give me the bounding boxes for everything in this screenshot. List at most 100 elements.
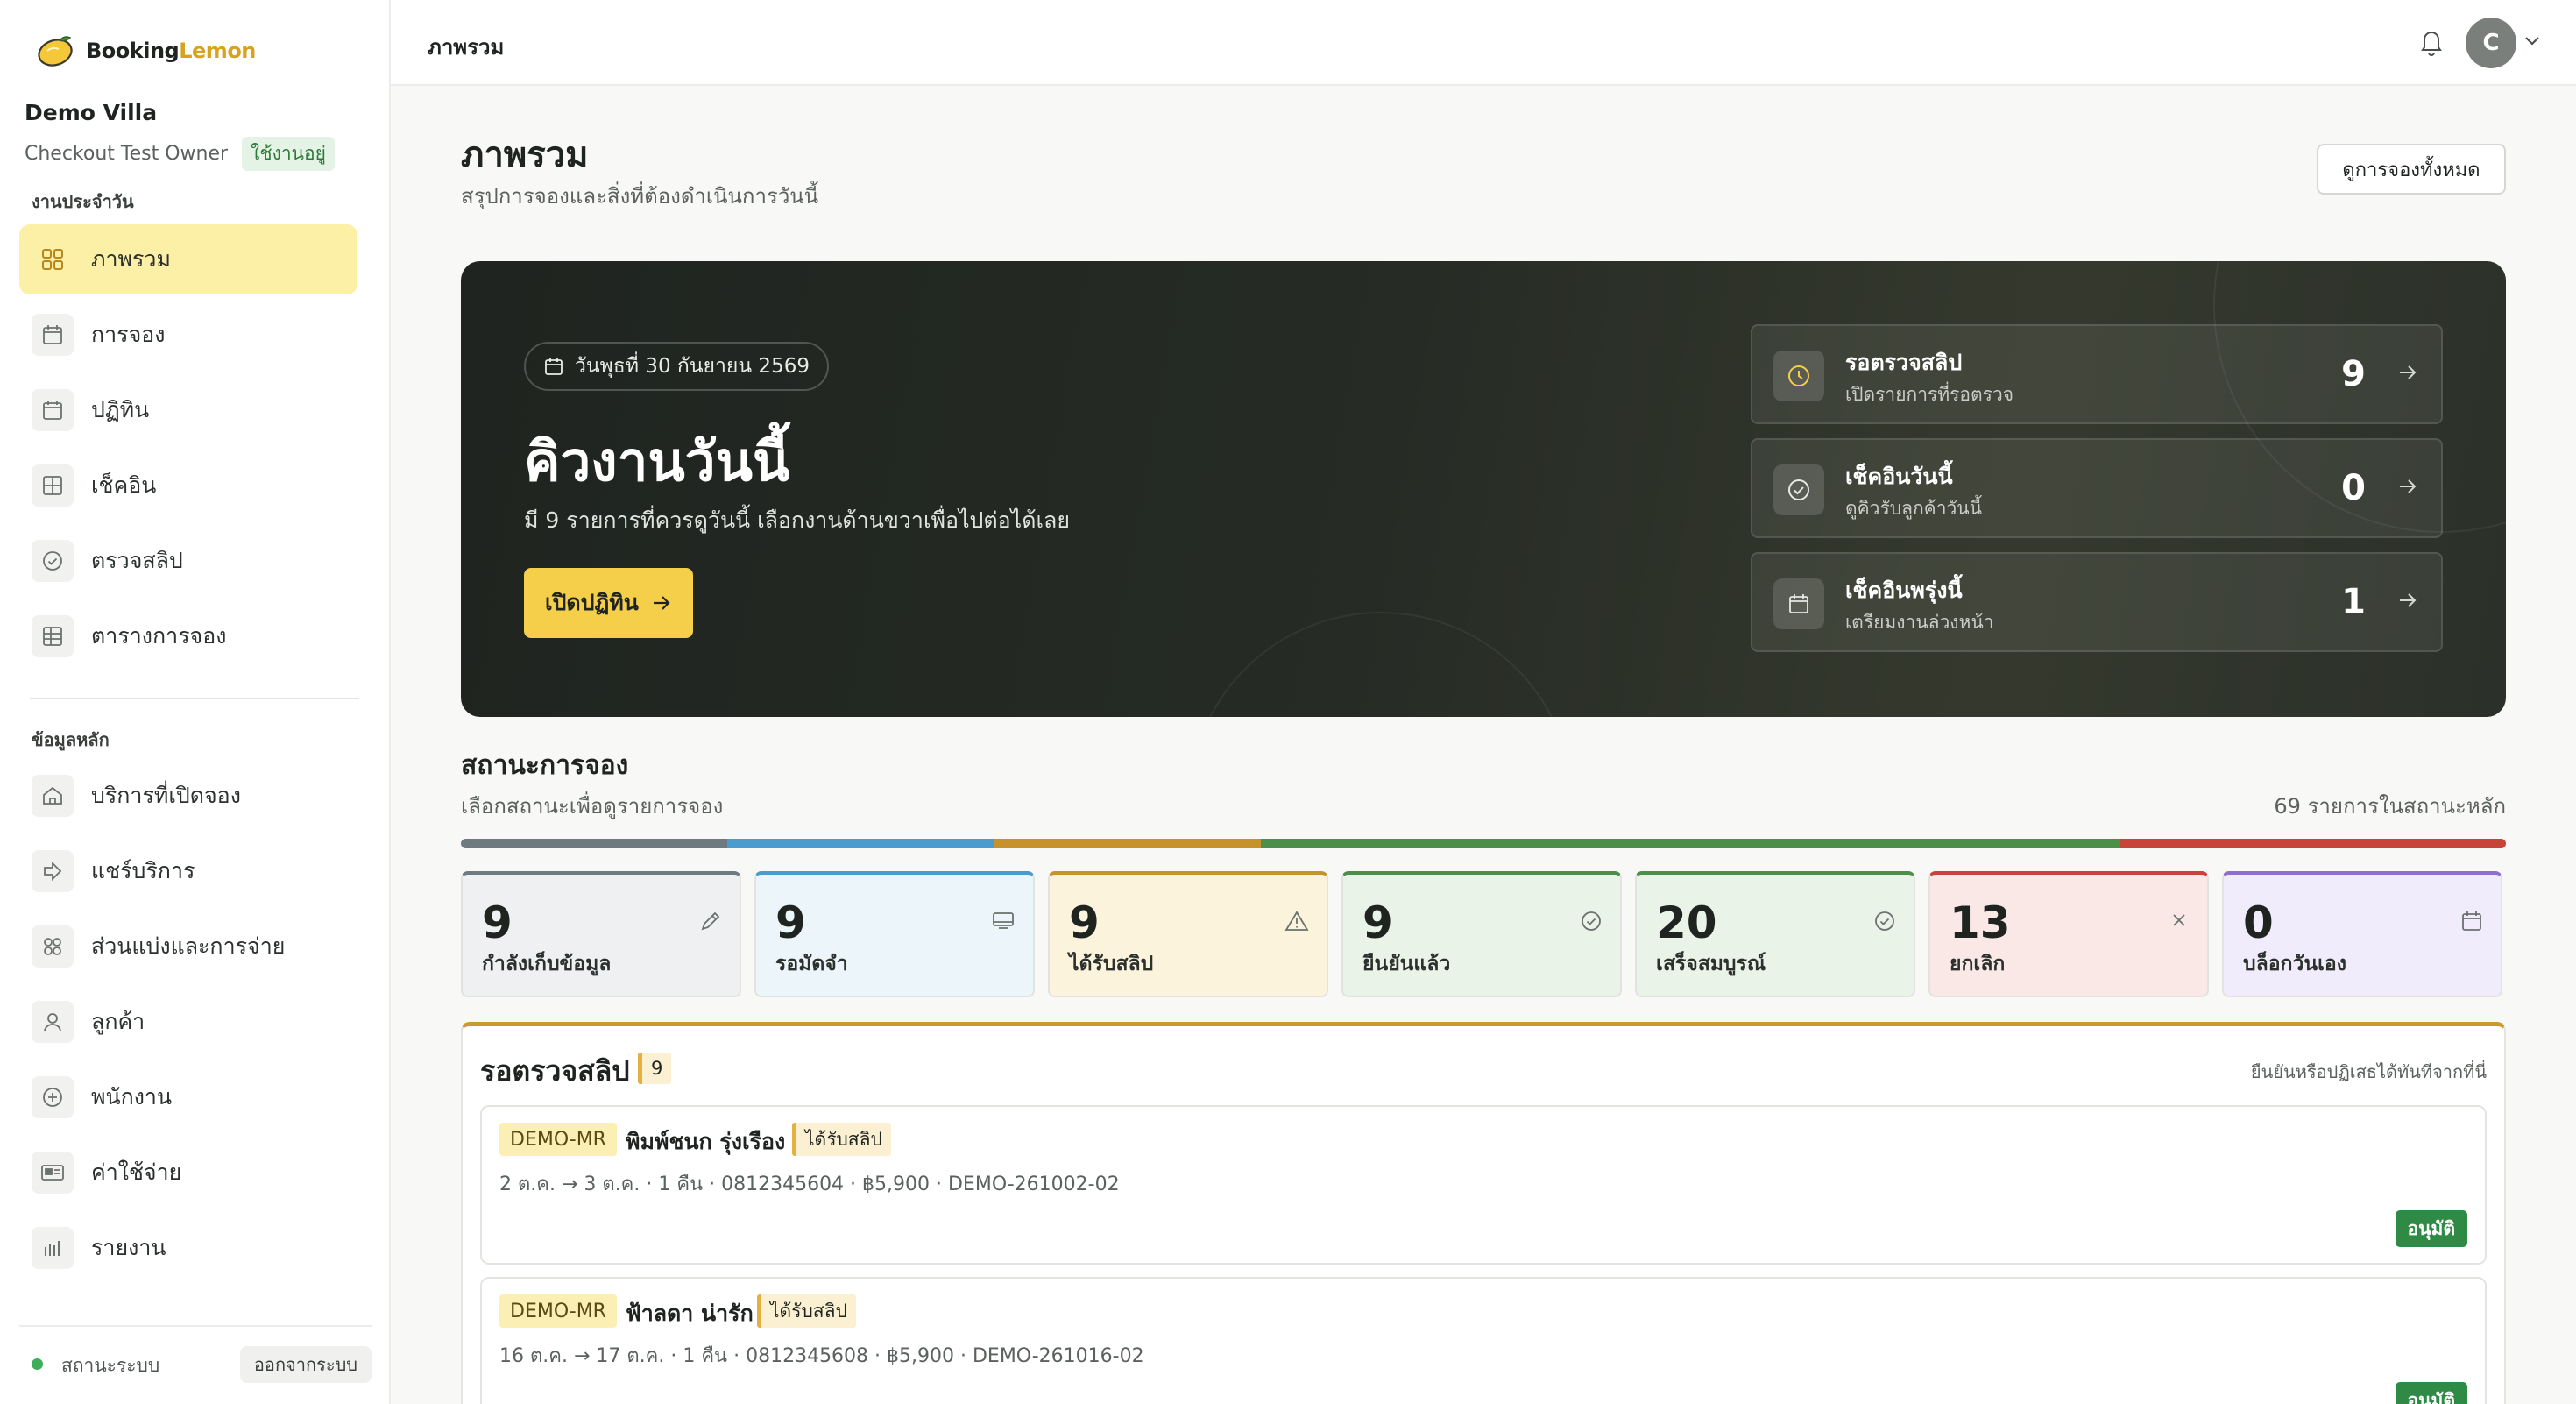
chevron-down-icon[interactable] bbox=[2523, 33, 2541, 50]
approve-button[interactable]: อนุมัติ bbox=[2395, 1210, 2467, 1247]
check-circle-icon bbox=[32, 540, 74, 582]
sidebar-item-label: บริการที่เปิดจอง bbox=[91, 783, 241, 808]
status-segment-deposit bbox=[727, 839, 994, 848]
slip-review-panel: รอตรวจสลิป 9 ยืนยันหรือปฏิเสธได้ทันทีจาก… bbox=[461, 1022, 2506, 1404]
queue-card-checkin-today[interactable]: เช็คอินวันนี้ ดูคิวรับลูกค้าวันนี้ 0 bbox=[1751, 438, 2443, 538]
panel-hint: ยืนยันหรือปฏิเสธได้ทันทีจากที่นี่ bbox=[2250, 1061, 2487, 1082]
grid-icon bbox=[32, 464, 74, 507]
open-calendar-label: เปิดปฏิทิน bbox=[545, 590, 639, 615]
booking-card[interactable]: DEMO-MR ฟ้าลดา น่ารัก ได้รับสลิป 16 ต.ค.… bbox=[480, 1277, 2487, 1404]
hero-title: คิวงานวันนี้ bbox=[524, 429, 790, 493]
panel-count-badge: 9 bbox=[638, 1053, 672, 1084]
sidebar-item-bookings[interactable]: การจอง bbox=[19, 300, 357, 370]
close-icon bbox=[2169, 910, 2190, 934]
status-label: เสร็จสมบูรณ์ bbox=[1656, 953, 1766, 975]
queue-card-title: เช็คอินวันนี้ bbox=[1845, 464, 1953, 489]
panel-title: รอตรวจสลิป bbox=[480, 1054, 630, 1088]
avatar[interactable]: C bbox=[2466, 18, 2516, 68]
wallet-icon bbox=[991, 910, 1016, 934]
queue-card-checkin-tomorrow[interactable]: เช็คอินพรุ่งนี้ เตรียมงานล่วงหน้า 1 bbox=[1751, 552, 2443, 652]
page-subtitle: สรุปการจองและสิ่งที่ต้องดำเนินการวันนี้ bbox=[461, 184, 819, 209]
status-badge: ใช้งานอยู่ bbox=[242, 137, 335, 171]
status-card-cancelled[interactable]: 13 ยกเลิก bbox=[1928, 871, 2209, 997]
status-segment-slip bbox=[994, 839, 1262, 848]
sidebar-item-checkin[interactable]: เช็คอิน bbox=[19, 450, 357, 521]
sidebar-item-staff[interactable]: พนักงาน bbox=[19, 1062, 357, 1132]
sidebar-item-calendar[interactable]: ปฏิทิน bbox=[19, 375, 357, 445]
status-card-self-blocked[interactable]: 0 บล็อกวันเอง bbox=[2222, 871, 2502, 997]
sidebar-item-booking-table[interactable]: ตารางการจอง bbox=[19, 601, 357, 671]
section-label-master: ข้อมูลหลัก bbox=[32, 729, 110, 750]
home-icon bbox=[32, 775, 74, 817]
queue-card-slip-review[interactable]: รอตรวจสลิป เปิดรายการที่รอตรวจ 9 bbox=[1751, 324, 2443, 424]
status-label: ได้รับสลิป bbox=[1069, 953, 1154, 975]
booking-status-tag: ได้รับสลิป bbox=[792, 1123, 891, 1156]
queue-card-count: 9 bbox=[2341, 354, 2366, 394]
status-card-completed[interactable]: 20 เสร็จสมบูรณ์ bbox=[1635, 871, 1915, 997]
sidebar-item-label: ตารางการจอง bbox=[91, 623, 227, 649]
booking-code: DEMO-MR bbox=[499, 1294, 617, 1328]
bell-icon[interactable] bbox=[2418, 26, 2445, 60]
arrow-right-icon bbox=[2397, 363, 2418, 386]
plus-circle-icon bbox=[32, 1076, 74, 1118]
sidebar-item-label: รายงาน bbox=[91, 1235, 166, 1260]
section-label-daily: งานประจำวัน bbox=[32, 191, 134, 212]
calendar-icon bbox=[545, 358, 563, 375]
check-circle-icon bbox=[1773, 464, 1824, 515]
today-queue-hero: วันพุธที่ 30 กันยายน 2569 คิวงานวันนี้ ม… bbox=[461, 261, 2506, 717]
status-segment-done bbox=[1527, 839, 2121, 848]
hero-description: มี 9 รายการที่ควรดูวันนี้ เลือกงานด้านขว… bbox=[524, 507, 1070, 533]
card-icon bbox=[32, 1152, 74, 1194]
status-card-awaiting-deposit[interactable]: 9 รอมัดจำ bbox=[754, 871, 1035, 997]
status-label: กำลังเก็บข้อมูล bbox=[482, 953, 612, 975]
approve-button[interactable]: อนุมัติ bbox=[2395, 1382, 2467, 1404]
queue-card-title: เช็คอินพรุ่งนี้ bbox=[1845, 578, 1963, 603]
status-count: 9 bbox=[775, 897, 806, 948]
sidebar-item-slip-review[interactable]: ตรวจสลิป bbox=[19, 526, 357, 596]
sidebar-footer: สถานะระบบ ออกจากระบบ bbox=[19, 1325, 372, 1404]
guest-name: พิมพ์ชนก รุ่งเรือง bbox=[626, 1129, 786, 1154]
sidebar-item-label: แชร์บริการ bbox=[91, 858, 195, 883]
property-name: Demo Villa bbox=[25, 100, 158, 125]
sidebar-item-overview[interactable]: ภาพรวม bbox=[19, 224, 357, 294]
sidebar-item-expenses[interactable]: ค่าใช้จ่าย bbox=[19, 1138, 357, 1208]
booking-meta: 16 ต.ค. → 17 ต.ค. · 1 คืน · 0812345608 ·… bbox=[499, 1345, 1144, 1367]
status-card-confirmed[interactable]: 9 ยืนยันแล้ว bbox=[1341, 871, 1622, 997]
status-segment-collecting bbox=[461, 839, 728, 848]
view-all-bookings-button[interactable]: ดูการจองทั้งหมด bbox=[2317, 144, 2506, 195]
booking-card[interactable]: DEMO-MR พิมพ์ชนก รุ่งเรือง ได้รับสลิป 2 … bbox=[480, 1105, 2487, 1265]
sidebar-item-label: ส่วนแบ่งและการจ่าย bbox=[91, 933, 286, 959]
arrow-right-icon bbox=[653, 596, 670, 610]
system-status-label[interactable]: สถานะระบบ bbox=[61, 1351, 159, 1380]
sidebar-item-label: ค่าใช้จ่าย bbox=[91, 1159, 182, 1185]
status-label: ยกเลิก bbox=[1950, 953, 2006, 975]
sidebar-item-reports[interactable]: รายงาน bbox=[19, 1213, 357, 1283]
sidebar-item-services[interactable]: บริการที่เปิดจอง bbox=[19, 761, 357, 831]
status-label: รอมัดจำ bbox=[775, 953, 848, 975]
logout-button[interactable]: ออกจากระบบ bbox=[239, 1346, 372, 1383]
warning-icon bbox=[1284, 910, 1309, 936]
brand-logo[interactable]: BookingLemon bbox=[35, 33, 256, 68]
status-label: ยืนยันแล้ว bbox=[1362, 953, 1451, 975]
grid-icon bbox=[32, 238, 74, 280]
status-card-slip-received[interactable]: 9 ได้รับสลิป bbox=[1048, 871, 1328, 997]
sidebar-item-revenue-share[interactable]: ส่วนแบ่งและการจ่าย bbox=[19, 911, 357, 982]
status-distribution-bar bbox=[461, 839, 2506, 848]
status-count: 9 bbox=[1069, 897, 1100, 948]
status-card-collecting[interactable]: 9 กำลังเก็บข้อมูล bbox=[461, 871, 741, 997]
sidebar-item-customers[interactable]: ลูกค้า bbox=[19, 987, 357, 1057]
owner-name: Checkout Test Owner bbox=[25, 143, 229, 165]
status-segment-cancelled bbox=[2120, 839, 2506, 848]
sidebar-item-label: การจอง bbox=[91, 322, 166, 347]
status-count: 9 bbox=[482, 897, 513, 948]
sidebar-item-label: ลูกค้า bbox=[91, 1009, 145, 1034]
pencil-icon bbox=[699, 910, 722, 936]
queue-card-count: 1 bbox=[2341, 582, 2366, 622]
calendar-icon bbox=[1773, 578, 1824, 629]
status-count: 20 bbox=[1656, 897, 1717, 948]
arrow-right-icon bbox=[2397, 477, 2418, 500]
system-status-dot bbox=[32, 1358, 43, 1370]
open-calendar-button[interactable]: เปิดปฏิทิน bbox=[524, 568, 693, 638]
sidebar-item-share[interactable]: แชร์บริการ bbox=[19, 836, 357, 906]
sidebar-item-label: ปฏิทิน bbox=[91, 397, 150, 422]
